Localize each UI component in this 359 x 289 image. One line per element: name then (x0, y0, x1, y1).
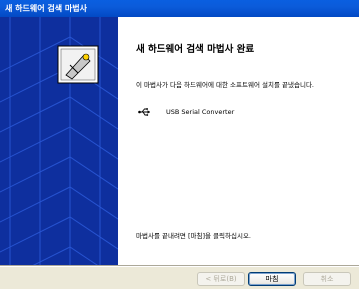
button-separator (0, 265, 359, 267)
window-title: 새 하드웨어 검색 마법사 (5, 4, 87, 13)
device-row: USB Serial Converter (138, 106, 234, 118)
device-name: USB Serial Converter (166, 108, 235, 116)
banner-graphic (0, 17, 118, 265)
wizard-window: 새 하드웨어 검색 마법사 새 하드웨어 검색 마법사 완료 이 마법사가 다음… (0, 0, 359, 289)
wizard-description: 이 마법사가 다음 하드웨어에 대한 소프트웨어 설치를 끝냈습니다. (136, 81, 314, 89)
usb-icon (138, 108, 150, 116)
hardware-wizard-icon (57, 45, 99, 84)
wizard-side-banner (0, 17, 118, 265)
finish-instruction: 마법사를 끝내려면 [마침]을 클릭하십시오. (136, 232, 251, 240)
wizard-content: 새 하드웨어 검색 마법사 완료 이 마법사가 다음 하드웨어에 대한 소프트웨… (118, 17, 359, 265)
back-button[interactable]: < 뒤로(B) (197, 272, 245, 286)
wizard-heading: 새 하드웨어 검색 마법사 완료 (136, 44, 255, 55)
cancel-button[interactable]: 취소 (303, 272, 351, 286)
title-bar[interactable]: 새 하드웨어 검색 마법사 (0, 0, 359, 17)
finish-button[interactable]: 마침 (248, 272, 296, 286)
